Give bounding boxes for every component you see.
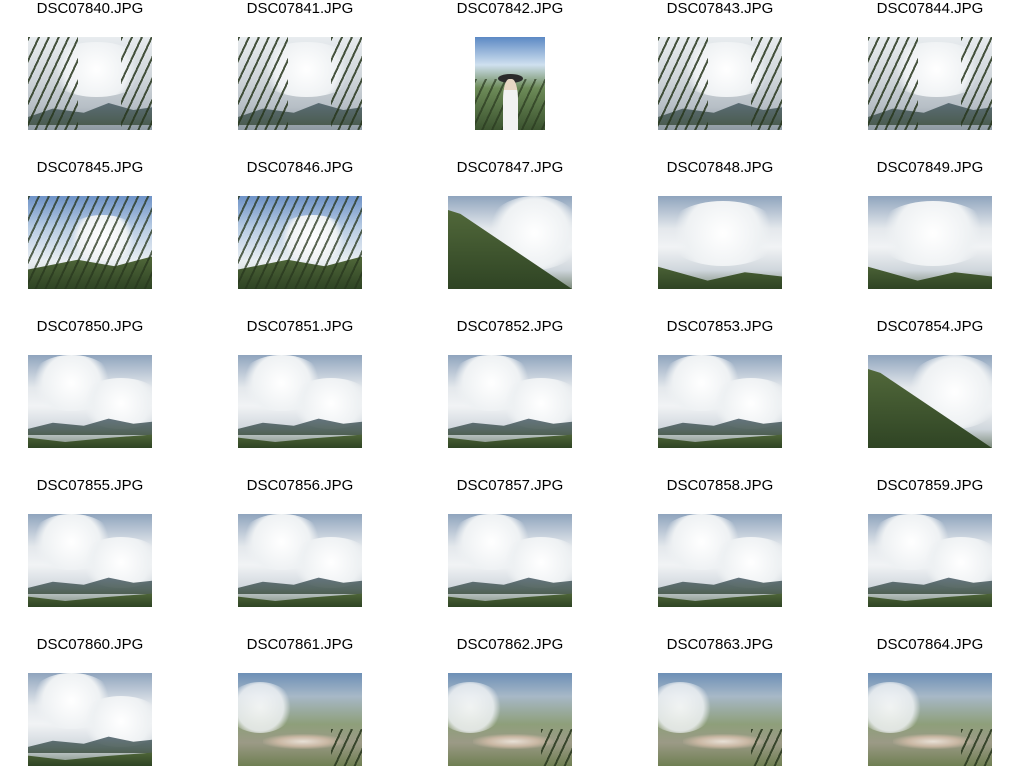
thumbnail-image[interactable]: [238, 673, 362, 766]
thumbnail-filename: DSC07854.JPG: [876, 318, 984, 335]
thumbnail-filename: DSC07847.JPG: [456, 159, 564, 176]
thumbnail-filename: DSC07852.JPG: [456, 318, 564, 335]
thumbnail-image[interactable]: [658, 514, 782, 607]
thumbnail-image[interactable]: [448, 673, 572, 766]
thumbnail-filename: DSC07844.JPG: [876, 0, 984, 17]
thumbnail-image[interactable]: [868, 514, 992, 607]
thumbnail-item[interactable]: DSC07847.JPG: [420, 159, 630, 318]
thumbnail-filename: DSC07859.JPG: [876, 477, 984, 494]
thumbnail-filename: DSC07863.JPG: [666, 636, 774, 653]
thumbnail-image[interactable]: [238, 355, 362, 448]
thumbnail-item[interactable]: DSC07850.JPG: [0, 318, 210, 477]
thumbnail-image[interactable]: [658, 37, 782, 130]
thumbnail-item[interactable]: DSC07851.JPG: [210, 318, 420, 477]
thumbnail-item[interactable]: DSC07844.JPG: [840, 0, 1024, 159]
thumbnail-item[interactable]: DSC07846.JPG: [210, 159, 420, 318]
thumbnail-image[interactable]: [238, 37, 362, 130]
thumbnail-filename: DSC07841.JPG: [246, 0, 354, 17]
thumbnail-image[interactable]: [28, 355, 152, 448]
thumbnail-filename: DSC07840.JPG: [36, 0, 144, 17]
thumbnail-filename: DSC07864.JPG: [876, 636, 984, 653]
thumbnail-item[interactable]: DSC07842.JPG: [420, 0, 630, 159]
thumbnail-filename: DSC07856.JPG: [246, 477, 354, 494]
thumbnail-image[interactable]: [658, 355, 782, 448]
thumbnail-image[interactable]: [475, 37, 545, 130]
thumbnail-image[interactable]: [28, 673, 152, 766]
thumbnail-filename: DSC07848.JPG: [666, 159, 774, 176]
thumbnail-filename: DSC07846.JPG: [246, 159, 354, 176]
thumbnail-item[interactable]: DSC07854.JPG: [840, 318, 1024, 477]
thumbnail-filename: DSC07842.JPG: [456, 0, 564, 17]
thumbnail-image[interactable]: [28, 37, 152, 130]
thumbnail-filename: DSC07843.JPG: [666, 0, 774, 17]
thumbnail-filename: DSC07845.JPG: [36, 159, 144, 176]
thumbnail-item[interactable]: DSC07861.JPG: [210, 636, 420, 768]
thumbnail-image[interactable]: [658, 673, 782, 766]
thumbnail-filename: DSC07858.JPG: [666, 477, 774, 494]
thumbnail-image[interactable]: [868, 355, 992, 448]
thumbnail-image[interactable]: [868, 196, 992, 289]
thumbnail-item[interactable]: DSC07862.JPG: [420, 636, 630, 768]
thumbnail-image[interactable]: [448, 355, 572, 448]
thumbnail-filename: DSC07851.JPG: [246, 318, 354, 335]
thumbnail-item[interactable]: DSC07845.JPG: [0, 159, 210, 318]
thumbnail-image[interactable]: [868, 673, 992, 766]
thumbnail-item[interactable]: DSC07840.JPG: [0, 0, 210, 159]
thumbnail-image[interactable]: [28, 196, 152, 289]
thumbnail-item[interactable]: DSC07841.JPG: [210, 0, 420, 159]
thumbnail-filename: DSC07861.JPG: [246, 636, 354, 653]
thumbnail-item[interactable]: DSC07863.JPG: [630, 636, 840, 768]
thumbnail-image[interactable]: [448, 514, 572, 607]
thumbnail-filename: DSC07849.JPG: [876, 159, 984, 176]
thumbnail-filename: DSC07850.JPG: [36, 318, 144, 335]
thumbnail-item[interactable]: DSC07864.JPG: [840, 636, 1024, 768]
thumbnail-item[interactable]: DSC07853.JPG: [630, 318, 840, 477]
thumbnail-image[interactable]: [238, 514, 362, 607]
thumbnail-item[interactable]: DSC07858.JPG: [630, 477, 840, 636]
thumbnail-filename: DSC07862.JPG: [456, 636, 564, 653]
thumbnail-filename: DSC07855.JPG: [36, 477, 144, 494]
thumbnail-filename: DSC07853.JPG: [666, 318, 774, 335]
thumbnail-item[interactable]: DSC07855.JPG: [0, 477, 210, 636]
thumbnail-item[interactable]: DSC07860.JPG: [0, 636, 210, 768]
thumbnail-item[interactable]: DSC07857.JPG: [420, 477, 630, 636]
thumbnail-item[interactable]: DSC07856.JPG: [210, 477, 420, 636]
thumbnail-item[interactable]: DSC07848.JPG: [630, 159, 840, 318]
thumbnail-image[interactable]: [238, 196, 362, 289]
thumbnail-filename: DSC07860.JPG: [36, 636, 144, 653]
thumbnail-item[interactable]: DSC07849.JPG: [840, 159, 1024, 318]
thumbnail-item[interactable]: DSC07859.JPG: [840, 477, 1024, 636]
thumbnail-item[interactable]: DSC07843.JPG: [630, 0, 840, 159]
thumbnail-image[interactable]: [448, 196, 572, 289]
thumbnail-image[interactable]: [658, 196, 782, 289]
thumbnail-image[interactable]: [28, 514, 152, 607]
thumbnail-image[interactable]: [868, 37, 992, 130]
thumbnail-filename: DSC07857.JPG: [456, 477, 564, 494]
thumbnail-item[interactable]: DSC07852.JPG: [420, 318, 630, 477]
thumbnail-grid: DSC07840.JPG DSC07841.JPG DSC07842.JPG DSC0…: [0, 0, 1024, 768]
